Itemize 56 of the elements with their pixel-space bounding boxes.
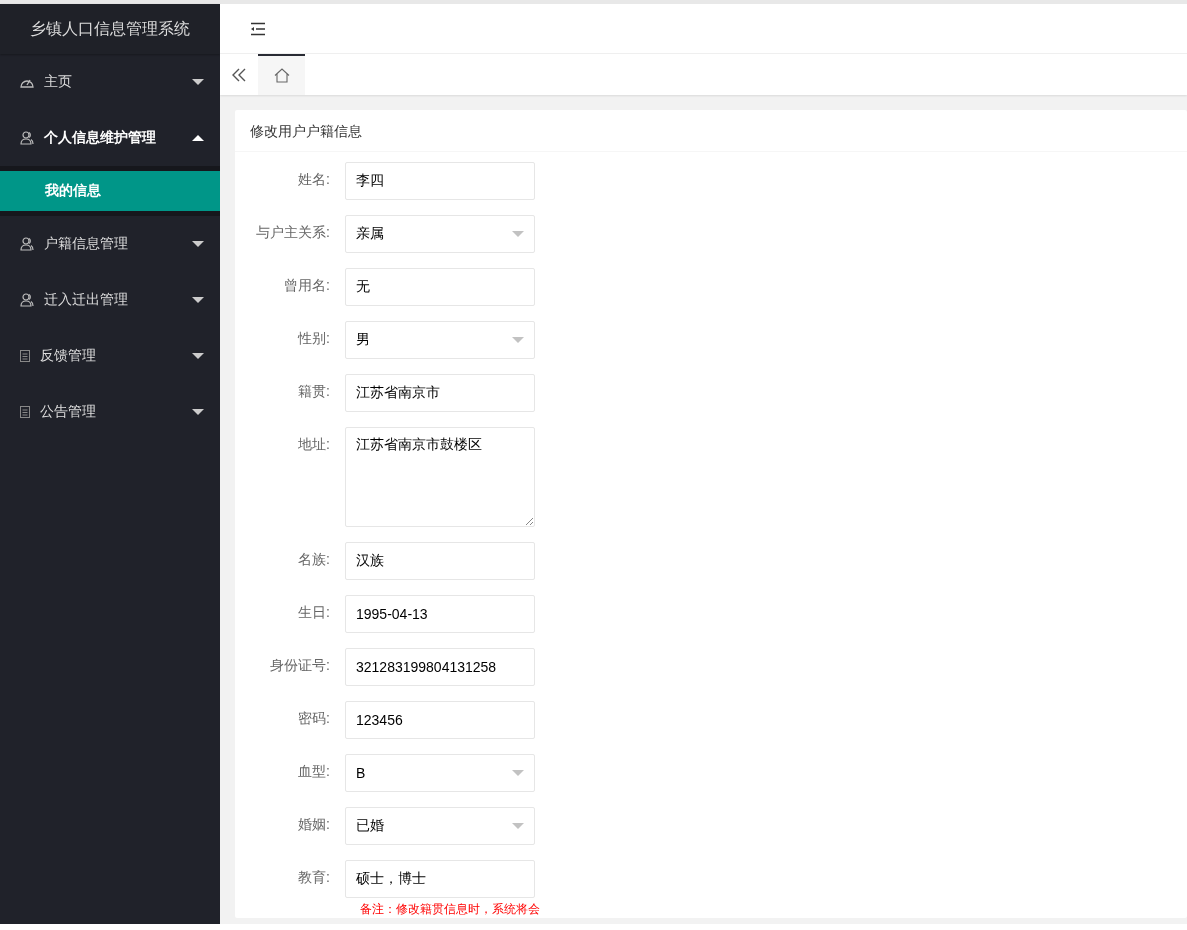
user-icon — [20, 131, 34, 145]
field-label: 生日: — [297, 603, 331, 622]
home-tab[interactable] — [258, 54, 305, 95]
field-label: 血型: — [297, 762, 331, 781]
field-label: 婚姻: — [297, 815, 331, 834]
document-icon — [20, 406, 30, 418]
sidebar-subitem[interactable]: 我的信息 — [0, 171, 220, 211]
card-title: 修改用户户籍信息 — [235, 110, 1187, 152]
document-icon — [20, 350, 30, 362]
caret-icon — [512, 823, 524, 829]
user-icon — [20, 293, 34, 307]
sidebar-item[interactable]: 个人信息维护管理 — [0, 110, 220, 166]
select-field[interactable]: 亲属 — [345, 215, 535, 253]
select-field[interactable]: 已婚 — [345, 807, 535, 845]
sidebar-item[interactable]: 公告管理 — [0, 384, 220, 440]
input-field[interactable]: 1995-04-13 — [345, 595, 535, 633]
sidebar-item[interactable]: 迁入迁出管理 — [0, 272, 220, 328]
field-label: 姓名: — [297, 170, 331, 189]
field-label: 曾用名: — [283, 276, 331, 295]
sidebar-item[interactable]: 反馈管理 — [0, 328, 220, 384]
field-label: 籍贯: — [297, 382, 331, 401]
select-field[interactable]: B — [345, 754, 535, 792]
input-field[interactable]: 无 — [345, 268, 535, 306]
caret-icon — [192, 409, 204, 415]
input-field[interactable]: 123456 — [345, 701, 535, 739]
field-label: 地址: — [297, 435, 331, 454]
user-icon — [20, 237, 34, 251]
resize-handle-icon[interactable] — [526, 518, 533, 525]
field-label: 教育: — [297, 868, 331, 887]
double-chevron-left-icon[interactable] — [232, 67, 246, 82]
caret-icon — [192, 297, 204, 303]
input-field[interactable]: 硕士，博士 — [345, 860, 535, 898]
input-field[interactable]: 321283199804131258 — [345, 648, 535, 686]
field-label: 名族: — [297, 550, 331, 569]
field-label: 与户主关系: — [255, 223, 331, 242]
textarea-field[interactable]: 江苏省南京市鼓楼区 — [345, 427, 535, 527]
caret-icon — [192, 79, 204, 85]
sidebar-item[interactable]: 户籍信息管理 — [0, 216, 220, 272]
input-field[interactable]: 李四 — [345, 162, 535, 200]
caret-icon — [512, 770, 524, 776]
note-text: 备注：修改籍贯信息时，系统将会 — [360, 901, 541, 918]
field-label: 身份证号: — [269, 656, 331, 675]
input-field[interactable]: 江苏省南京市 — [345, 374, 535, 412]
field-label: 密码: — [297, 709, 331, 728]
menu-icon[interactable] — [250, 21, 266, 36]
input-field[interactable]: 汉族 — [345, 542, 535, 580]
field-label: 性别: — [296, 329, 331, 348]
caret-icon — [192, 353, 204, 359]
caret-icon — [512, 337, 524, 343]
caret-icon — [192, 241, 204, 247]
home-icon — [273, 68, 290, 83]
select-field[interactable]: 男 — [345, 321, 535, 359]
app-title: 乡镇人口信息管理系统 — [0, 4, 220, 54]
caret-icon — [192, 135, 204, 141]
caret-icon — [512, 231, 524, 237]
sidebar-item[interactable]: 主页 — [0, 54, 220, 110]
